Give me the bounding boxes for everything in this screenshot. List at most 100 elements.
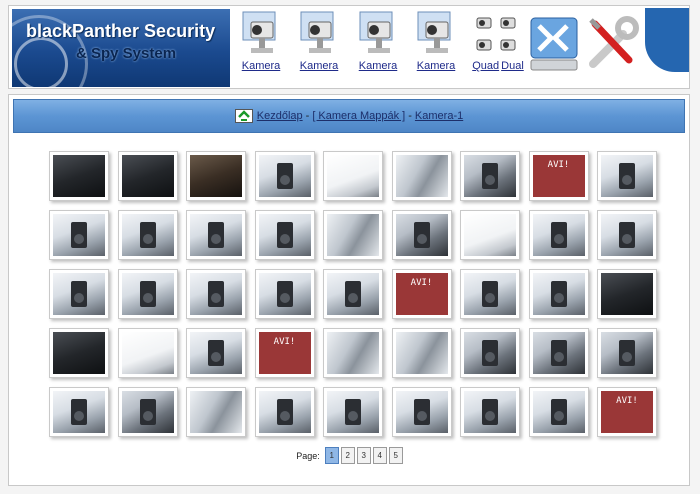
thumbnail[interactable] <box>597 210 657 260</box>
thumbnail[interactable] <box>391 328 452 378</box>
thumbnail[interactable] <box>254 210 315 260</box>
thumbnail[interactable] <box>323 151 383 201</box>
thumbnail[interactable] <box>460 151 520 201</box>
thumbnail[interactable] <box>528 269 589 319</box>
thumbnail[interactable] <box>323 210 383 260</box>
snapshot-image <box>121 214 174 256</box>
thumbnail[interactable] <box>323 328 383 378</box>
camera-icon <box>417 11 451 53</box>
snapshot-image <box>121 332 174 374</box>
mini-camera-icon <box>500 39 516 51</box>
thumbnail[interactable] <box>528 210 589 260</box>
camera-1-link[interactable]: Kamera <box>233 60 289 72</box>
header-accent <box>645 8 689 72</box>
camera-icon <box>300 11 334 53</box>
thumbnail[interactable] <box>460 210 520 260</box>
camera-1-button[interactable]: Kamera <box>233 8 289 72</box>
page-3-button[interactable]: 3 <box>356 447 371 464</box>
camera-3-button[interactable]: Kamera <box>350 8 406 72</box>
settings-button[interactable] <box>583 14 641 79</box>
mini-camera-icon <box>500 17 516 29</box>
thumbnail[interactable] <box>117 387 178 437</box>
snapshot-image <box>601 155 653 197</box>
page-2-button[interactable]: 2 <box>340 447 355 464</box>
thumbnail[interactable] <box>597 151 657 201</box>
logo-subtitle: & Spy System <box>76 45 177 62</box>
thumbnail[interactable] <box>391 151 452 201</box>
camera-4-link[interactable]: Kamera <box>408 60 464 72</box>
snapshot-image <box>327 155 379 197</box>
speaker-shape <box>413 399 430 425</box>
page-5-button[interactable]: 5 <box>388 447 403 464</box>
snapshot-image <box>464 332 516 374</box>
mini-camera-icon <box>476 17 492 29</box>
thumbnail[interactable] <box>49 387 109 437</box>
tools-icon <box>589 16 639 68</box>
thumbnail[interactable] <box>117 210 178 260</box>
breadcrumb: Kezdőlap - [ Kamera Mappák ] - Kamera-1 <box>13 99 685 133</box>
breadcrumb-current[interactable]: Kamera-1 <box>415 110 463 122</box>
avi-placeholder: AVI! <box>395 273 448 315</box>
camera-2-link[interactable]: Kamera <box>291 60 347 72</box>
thumbnail[interactable] <box>117 328 178 378</box>
snapshot-image <box>190 214 242 256</box>
thumbnail[interactable] <box>49 210 109 260</box>
speaker-shape <box>482 340 498 366</box>
thumbnail[interactable] <box>49 269 109 319</box>
speaker-shape <box>276 399 293 425</box>
thumbnail[interactable] <box>460 387 520 437</box>
header: blackPanther Security & Spy System Kamer… <box>8 5 690 89</box>
speaker-shape <box>276 222 293 248</box>
thumbnail[interactable] <box>117 269 178 319</box>
quad-camera-icon[interactable] <box>474 14 528 56</box>
snapshot-image <box>258 391 311 433</box>
thumbnail[interactable] <box>49 151 109 201</box>
thumbnail[interactable] <box>117 151 178 201</box>
snapshot-image <box>395 214 448 256</box>
camera-2-button[interactable]: Kamera <box>291 8 347 72</box>
thumbnail[interactable] <box>323 387 383 437</box>
dual-link[interactable]: Dual <box>501 60 524 72</box>
camera-4-button[interactable]: Kamera <box>408 8 464 72</box>
snapshot-image <box>464 391 516 433</box>
snapshot-image <box>190 391 242 433</box>
thumbnail[interactable] <box>186 387 246 437</box>
thumbnail[interactable] <box>323 269 383 319</box>
thumbnail[interactable] <box>49 328 109 378</box>
speaker-shape <box>71 222 87 248</box>
snapshot-image <box>258 214 311 256</box>
quad-link[interactable]: Quad <box>472 60 499 72</box>
thumbnail[interactable] <box>254 151 315 201</box>
snapshot-image <box>121 155 174 197</box>
thumbnail[interactable] <box>528 328 589 378</box>
thumbnail[interactable]: AVI! <box>391 269 452 319</box>
camera-3-link[interactable]: Kamera <box>350 60 406 72</box>
drive-button[interactable] <box>529 16 579 77</box>
thumbnail[interactable] <box>597 269 657 319</box>
avi-placeholder: AVI! <box>258 332 311 374</box>
thumbnail[interactable] <box>460 269 520 319</box>
thumbnail[interactable] <box>186 210 246 260</box>
thumbnail[interactable]: AVI! <box>528 151 589 201</box>
mini-camera-icon <box>476 39 492 51</box>
speaker-shape <box>345 399 361 425</box>
thumbnail[interactable] <box>186 269 246 319</box>
thumbnail[interactable] <box>254 387 315 437</box>
thumbnail[interactable] <box>528 387 589 437</box>
thumbnail[interactable] <box>186 328 246 378</box>
breadcrumb-home[interactable]: Kezdőlap <box>257 110 303 122</box>
camera-icon <box>359 11 393 53</box>
thumbnail[interactable]: AVI! <box>597 387 657 437</box>
page-1-button[interactable]: 1 <box>324 447 339 464</box>
breadcrumb-folders[interactable]: [ Kamera Mappák ] <box>312 110 405 122</box>
thumbnail[interactable] <box>391 210 452 260</box>
snapshot-image <box>53 214 105 256</box>
thumbnail[interactable] <box>254 269 315 319</box>
page-4-button[interactable]: 4 <box>372 447 387 464</box>
thumbnail[interactable] <box>460 328 520 378</box>
thumbnail[interactable] <box>186 151 246 201</box>
thumbnail[interactable]: AVI! <box>254 328 315 378</box>
home-icon[interactable] <box>234 109 253 123</box>
thumbnail[interactable] <box>597 328 657 378</box>
thumbnail[interactable] <box>391 387 452 437</box>
